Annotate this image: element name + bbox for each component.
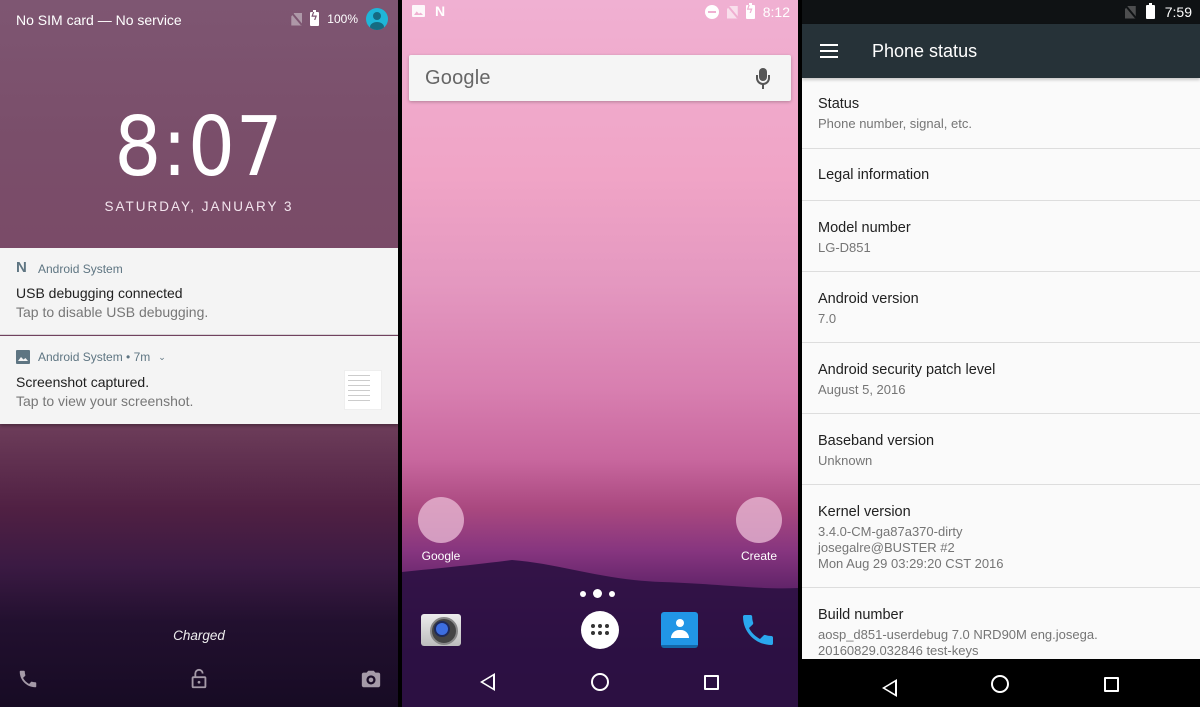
home-button[interactable]	[591, 673, 609, 691]
no-sim-icon	[1125, 6, 1136, 19]
no-sim-icon	[291, 13, 302, 26]
back-button[interactable]	[882, 679, 897, 697]
camera-app-icon[interactable]	[421, 614, 461, 646]
notification-text: Tap to view your screenshot.	[16, 393, 194, 409]
item-summary: 3.4.0-CM-ga87a370-dirty josegalre@BUSTER…	[818, 524, 1200, 572]
settings-list: Status Phone number, signal, etc. Legal …	[802, 78, 1200, 678]
battery-charging-icon	[745, 3, 755, 19]
item-summary: Unknown	[818, 453, 873, 468]
contacts-app-icon[interactable]	[661, 612, 698, 648]
settings-item-security-patch[interactable]: Android security patch level August 5, 2…	[802, 343, 1200, 414]
settings-status-bar: 7:59	[802, 0, 1200, 24]
summary-line: aosp_d851-userdebug 7.0 NRD90M eng.joseg…	[818, 627, 1098, 642]
home-shortcut-google[interactable]: Google	[417, 497, 465, 563]
recents-button[interactable]	[704, 675, 719, 690]
settings-item-android-version[interactable]: Android version 7.0	[802, 272, 1200, 343]
status-time: 8:12	[762, 4, 790, 20]
back-button[interactable]	[480, 673, 495, 691]
page-dot-active	[593, 589, 602, 598]
status-time: 7:59	[1164, 4, 1192, 20]
summary-line: 20160829.032846 test-keys	[818, 643, 979, 658]
item-title: Build number	[818, 607, 904, 623]
summary-line: josegalre@BUSTER #2	[818, 540, 955, 555]
item-title: Model number	[818, 220, 911, 236]
lock-date: SATURDAY, JANUARY 3	[104, 199, 294, 214]
item-summary: 7.0	[818, 311, 837, 326]
screenshot-thumbnail[interactable]	[344, 370, 382, 410]
home-button[interactable]	[991, 675, 1009, 693]
home-shortcut-create[interactable]: Create	[735, 497, 783, 563]
shortcut-icon	[418, 497, 464, 543]
page-indicator	[580, 589, 615, 598]
item-title: Legal information	[818, 167, 930, 183]
phone-status-panel: 7:59 Phone status Status Phone number, s…	[802, 0, 1200, 707]
user-avatar-icon[interactable]	[366, 8, 388, 30]
charge-status: Charged	[173, 628, 225, 643]
mic-icon[interactable]	[755, 68, 771, 90]
home-status-bar: N 8:12	[402, 0, 798, 24]
item-title: Android version	[818, 291, 919, 307]
settings-item-status[interactable]: Status Phone number, signal, etc.	[802, 78, 1200, 149]
settings-item-model[interactable]: Model number LG-D851	[802, 201, 1200, 272]
app-drawer-icon[interactable]	[581, 611, 619, 649]
notification-screenshot[interactable]: Android System • 7m ⌄ Screenshot capture…	[0, 336, 398, 424]
item-title: Android security patch level	[818, 362, 996, 378]
hamburger-menu-icon[interactable]	[820, 44, 838, 58]
chevron-down-icon[interactable]: ⌄	[158, 352, 166, 363]
notification-text: Tap to disable USB debugging.	[16, 304, 209, 320]
android-n-icon	[16, 259, 30, 276]
settings-item-kernel[interactable]: Kernel version 3.4.0-CM-ga87a370-dirty j…	[802, 485, 1200, 588]
lock-screen-panel: No SIM card — No service 100% 8:07 SATUR…	[0, 0, 398, 707]
image-icon	[16, 350, 30, 364]
home-screen-panel: N 8:12 Google Google Create	[402, 0, 798, 707]
settings-nav-bar	[802, 659, 1200, 707]
notification-app-name: Android System	[38, 262, 123, 276]
android-n-icon: N	[435, 3, 446, 19]
summary-line: Mon Aug 29 03:29:20 CST 2016	[818, 556, 1004, 571]
page-title: Phone status	[872, 41, 978, 61]
carrier-status-text: No SIM card — No service	[16, 12, 182, 28]
settings-item-baseband[interactable]: Baseband version Unknown	[802, 414, 1200, 485]
item-summary: August 5, 2016	[818, 382, 906, 397]
item-title: Status	[818, 96, 860, 112]
shortcut-label: Google	[421, 549, 461, 563]
shortcut-icon	[736, 497, 782, 543]
item-summary: aosp_d851-userdebug 7.0 NRD90M eng.joseg…	[818, 627, 1200, 659]
do-not-disturb-icon	[704, 5, 719, 19]
app-bar: Phone status	[802, 24, 1200, 78]
settings-item-legal[interactable]: Legal information	[802, 149, 1200, 201]
notification-app-name: Android System • 7m	[38, 350, 151, 364]
battery-icon	[1145, 3, 1155, 19]
phone-app-icon[interactable]	[738, 610, 778, 650]
item-title: Kernel version	[818, 504, 911, 520]
image-icon	[412, 5, 425, 17]
item-summary: Phone number, signal, etc.	[818, 116, 972, 131]
notification-title: Screenshot captured.	[16, 374, 150, 390]
lock-clock: 8:07	[114, 100, 284, 195]
google-search-bar[interactable]: Google	[409, 55, 791, 101]
no-sim-icon	[727, 6, 738, 19]
battery-charging-icon	[310, 10, 320, 26]
phone-icon[interactable]	[17, 668, 39, 690]
notification-usb-debugging[interactable]: Android System USB debugging connected T…	[0, 248, 398, 335]
page-dot	[580, 590, 586, 597]
google-logo: Google	[425, 67, 491, 89]
recents-button[interactable]	[1104, 677, 1119, 692]
notification-title: USB debugging connected	[16, 285, 183, 301]
page-dot	[609, 590, 615, 597]
item-title: Baseband version	[818, 433, 935, 449]
camera-icon[interactable]	[360, 668, 382, 690]
lock-status-bar: No SIM card — No service 100%	[0, 0, 398, 40]
home-nav-bar	[402, 653, 798, 707]
summary-line: 3.4.0-CM-ga87a370-dirty	[818, 524, 963, 539]
item-summary: LG-D851	[818, 240, 871, 255]
battery-percent: 100%	[327, 12, 358, 26]
shortcut-label: Create	[740, 549, 778, 563]
unlock-icon[interactable]	[188, 668, 210, 690]
